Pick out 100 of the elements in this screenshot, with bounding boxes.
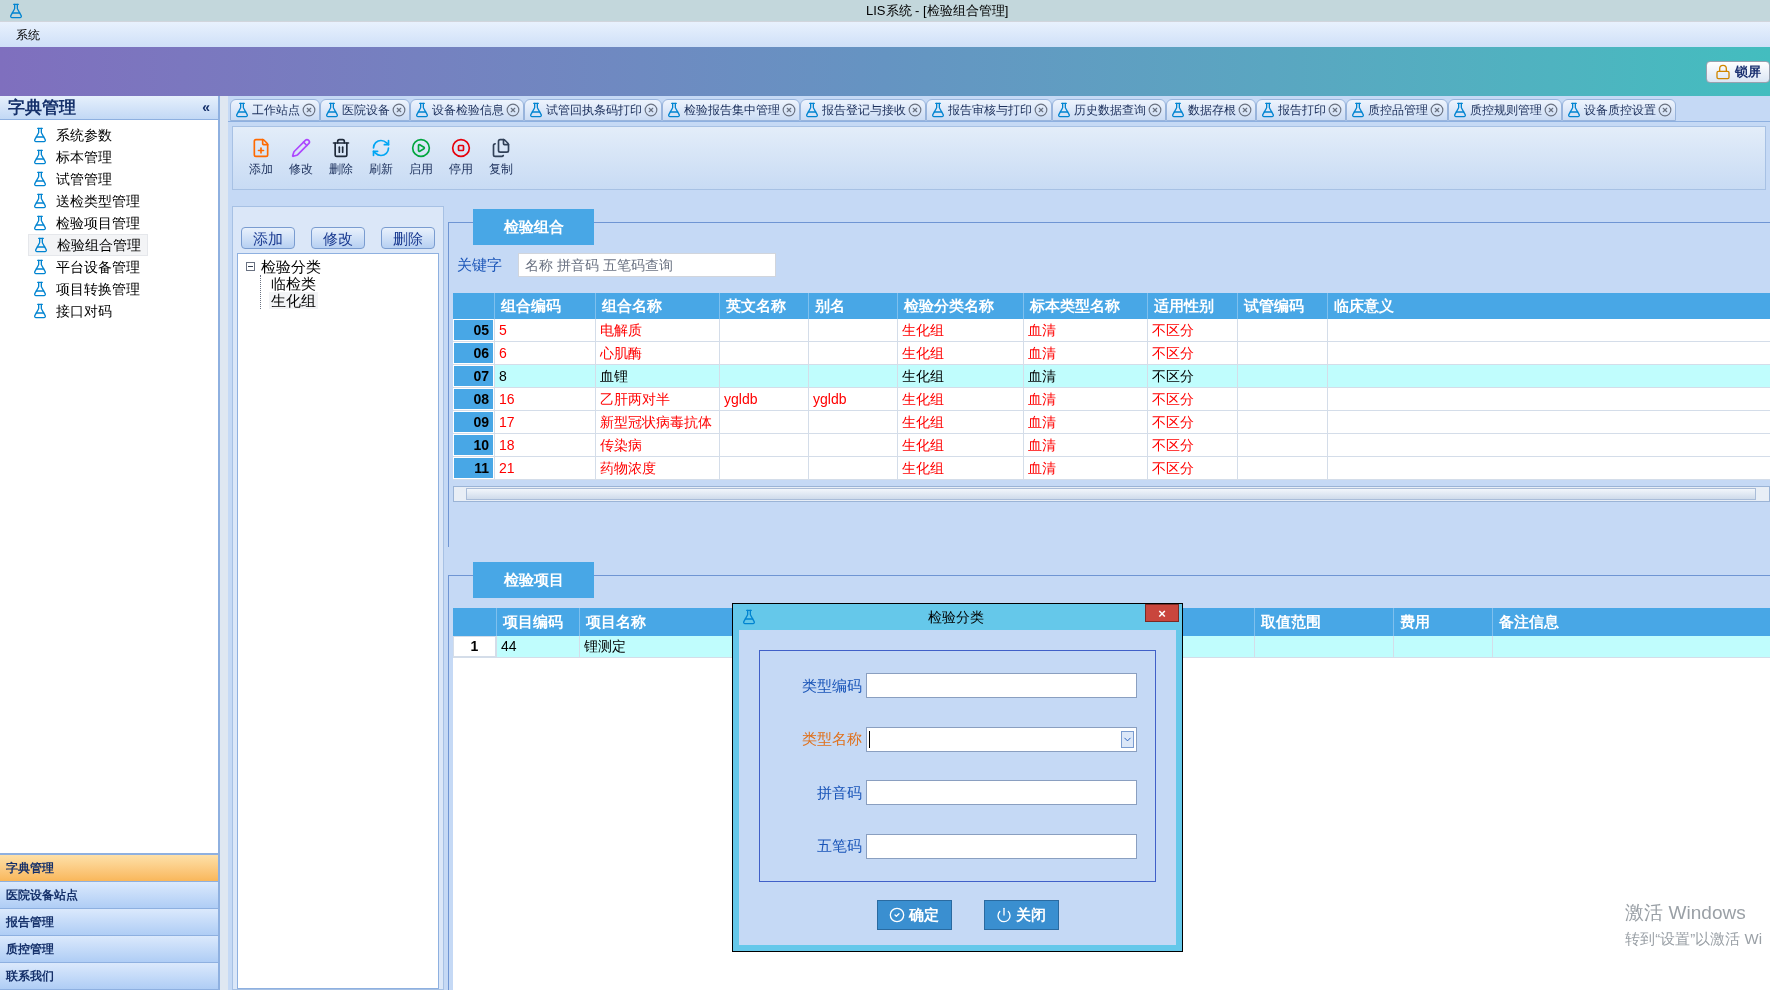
table-cell: 5 — [494, 319, 595, 341]
close-icon[interactable] — [1034, 103, 1048, 117]
tab[interactable]: 报告登记与接收 — [800, 99, 926, 121]
table-cell: 不区分 — [1147, 457, 1237, 479]
flask-icon — [1170, 102, 1186, 118]
sidebar-item[interactable]: 送检类型管理 — [28, 190, 148, 212]
flask-icon — [414, 102, 430, 118]
toolbar-button[interactable]: 修改 — [285, 138, 317, 178]
sidebar-item[interactable]: 系统参数 — [28, 124, 148, 146]
field-label: 类型编码 — [802, 675, 862, 696]
section-button[interactable]: 医院设备站点 — [0, 882, 218, 909]
flask-icon — [234, 102, 250, 118]
search-field[interactable]: 名称 拼音码 五笔码查询 — [518, 253, 776, 277]
panel-button[interactable]: 修改 — [311, 227, 365, 249]
check-icon — [889, 907, 905, 923]
tab[interactable]: 试管回执条码打印 — [524, 99, 662, 121]
tab[interactable]: 设备质控设置 — [1562, 99, 1676, 121]
table-cell: 传染病 — [595, 434, 719, 456]
close-icon[interactable] — [908, 103, 922, 117]
section-button[interactable]: 联系我们 — [0, 963, 218, 990]
row-header[interactable]: 10 — [453, 434, 494, 456]
tab[interactable]: 质控规则管理 — [1448, 99, 1562, 121]
row-header[interactable]: 11 — [453, 457, 494, 479]
tab[interactable]: 数据存根 — [1166, 99, 1256, 121]
table-cell: 18 — [494, 434, 595, 456]
sidebar-item[interactable]: 项目转换管理 — [28, 278, 148, 300]
tab[interactable]: 质控品管理 — [1346, 99, 1448, 121]
panel-button[interactable]: 删除 — [381, 227, 435, 249]
table-cell: 电解质 — [595, 319, 719, 341]
tree-item[interactable]: 检验分类 — [259, 258, 323, 275]
panel-button[interactable]: 添加 — [241, 227, 295, 249]
close-icon[interactable] — [506, 103, 520, 117]
tab[interactable]: 医院设备 — [320, 99, 410, 121]
flask-icon — [804, 102, 820, 118]
close-icon[interactable] — [1430, 103, 1444, 117]
sidebar-item[interactable]: 接口对码 — [28, 300, 148, 322]
sidebar-item[interactable]: 检验项目管理 — [28, 212, 148, 234]
horizontal-scrollbar[interactable] — [453, 486, 1770, 502]
close-button[interactable]: × — [1145, 604, 1179, 622]
lock-button[interactable]: 锁屏 — [1706, 60, 1770, 83]
tab[interactable]: 报告审核与打印 — [926, 99, 1052, 121]
section-button[interactable]: 质控管理 — [0, 936, 218, 963]
close-icon[interactable] — [644, 103, 658, 117]
section-button[interactable]: 报告管理 — [0, 909, 218, 936]
trash-icon — [331, 138, 351, 158]
table-cell: 血清 — [1023, 365, 1147, 387]
table-cell: 乙肝两对半 — [595, 388, 719, 410]
flask-icon — [1260, 102, 1276, 118]
close-icon[interactable] — [782, 103, 796, 117]
toolbar-button[interactable]: 启用 — [405, 138, 437, 178]
sidebar-item[interactable]: 平台设备管理 — [28, 256, 148, 278]
close-icon[interactable] — [392, 103, 406, 117]
input-field[interactable] — [866, 780, 1137, 806]
flask-icon — [32, 259, 48, 275]
close-icon[interactable] — [302, 103, 316, 117]
refresh-icon — [371, 138, 391, 158]
table-cell: 血清 — [1023, 457, 1147, 479]
flask-icon — [32, 149, 48, 165]
keyword-label: 关键字 — [457, 254, 502, 275]
close-icon[interactable] — [1238, 103, 1252, 117]
tab[interactable]: 历史数据查询 — [1052, 99, 1166, 121]
dropdown-field[interactable] — [866, 726, 1137, 752]
close-icon[interactable] — [1328, 103, 1342, 117]
tab[interactable]: 检验报告集中管理 — [662, 99, 800, 121]
tab[interactable]: 报告打印 — [1256, 99, 1346, 121]
table-cell: 血清 — [1023, 388, 1147, 410]
tree-item[interactable]: 生化组 — [269, 292, 318, 309]
row-header[interactable]: 05 — [453, 319, 494, 341]
toolbar-button[interactable]: 停用 — [445, 138, 477, 178]
flask-icon — [930, 102, 946, 118]
input-field[interactable] — [866, 833, 1137, 859]
tree-item[interactable]: 临检类 — [269, 275, 318, 292]
toolbar-button[interactable]: 删除 — [325, 138, 357, 178]
sidebar-item[interactable]: 标本管理 — [28, 146, 148, 168]
row-header[interactable]: 07 — [453, 365, 494, 387]
tab[interactable]: 设备检验信息 — [410, 99, 524, 121]
tab[interactable]: 工作站点 — [230, 99, 320, 121]
field-label: 拼音码 — [817, 782, 862, 803]
close-icon[interactable] — [1544, 103, 1558, 117]
table-cell: 血清 — [1023, 411, 1147, 433]
row-header[interactable]: 09 — [453, 411, 494, 433]
toolbar-button[interactable]: 添加 — [245, 138, 277, 178]
input-field[interactable] — [866, 673, 1137, 699]
toolbar-button[interactable]: 复制 — [485, 138, 517, 178]
window-title: LIS系统 - [检验组合管理] — [866, 1, 1009, 20]
sidebar-item[interactable]: 检验组合管理 — [28, 234, 148, 256]
collapse-toggle[interactable] — [246, 262, 255, 271]
dropdown-icon[interactable] — [1121, 730, 1134, 748]
table-cell: 21 — [494, 457, 595, 479]
close-icon[interactable] — [1658, 103, 1672, 117]
section-button[interactable]: 字典管理 — [0, 855, 218, 882]
collapse-button[interactable]: « — [202, 97, 210, 118]
row-header[interactable]: 08 — [453, 388, 494, 410]
sidebar-item[interactable]: 试管管理 — [28, 168, 148, 190]
table-cell: 8 — [494, 365, 595, 387]
row-header[interactable]: 06 — [453, 342, 494, 364]
close-icon[interactable] — [1148, 103, 1162, 117]
menu-item[interactable]: 系统 — [16, 25, 40, 44]
row-header[interactable]: 1 — [453, 636, 496, 657]
toolbar-button[interactable]: 刷新 — [365, 138, 397, 178]
